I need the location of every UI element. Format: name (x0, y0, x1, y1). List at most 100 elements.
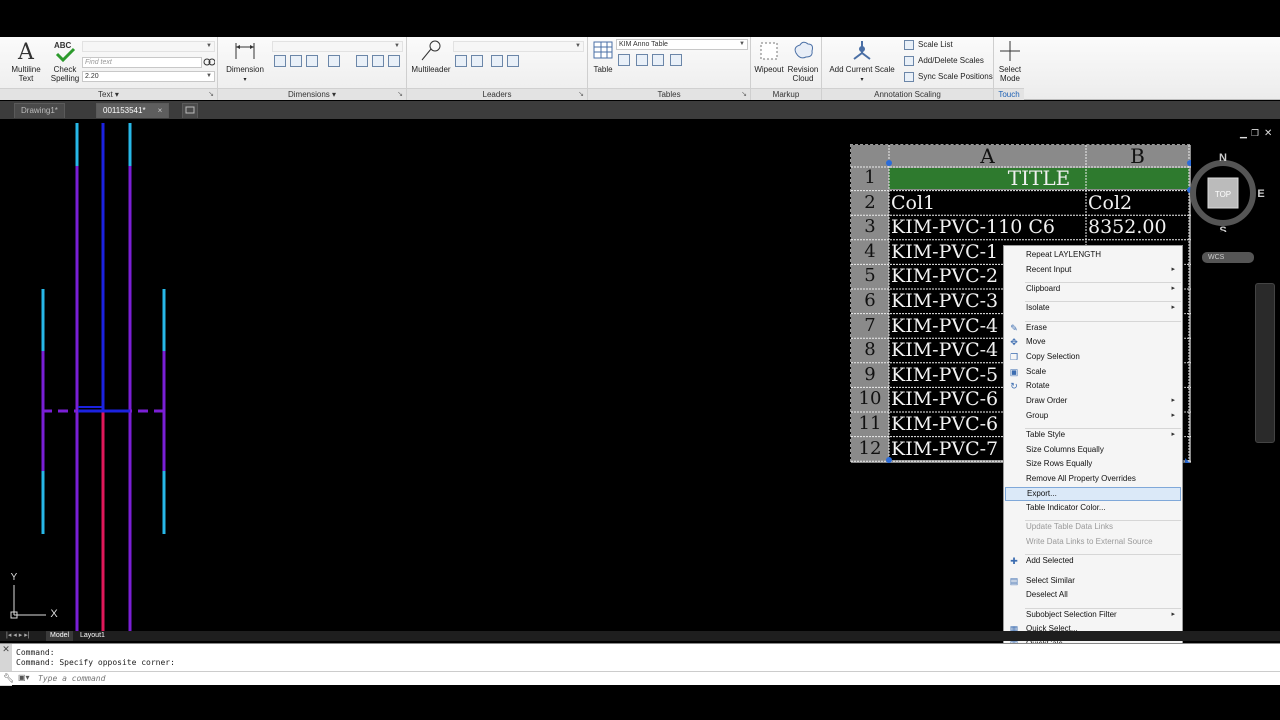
text-style-select[interactable]: ▼ (82, 41, 215, 52)
wipeout-button[interactable]: Wipeout (753, 39, 785, 74)
menu-item-recent-input[interactable]: Recent Input ▸ (1005, 263, 1181, 277)
row-number[interactable]: 12 (851, 437, 889, 462)
leaders-panel-title[interactable]: Leaders ↘ (407, 88, 587, 100)
row-number[interactable]: 7 (851, 314, 889, 339)
dim-adjust-icon[interactable] (356, 55, 368, 67)
row-number[interactable]: 8 (851, 338, 889, 363)
wcs-menu[interactable]: WCS (1202, 252, 1254, 263)
menu-item-copy-selection[interactable]: ❐ Copy Selection (1005, 350, 1181, 364)
menu-item-deselect-all[interactable]: Deselect All (1005, 588, 1181, 602)
menu-item-size-columns-equally[interactable]: Size Columns Equally (1005, 443, 1181, 457)
row-number[interactable]: 11 (851, 412, 889, 437)
model-tab[interactable]: Model (46, 631, 74, 641)
revision-cloud-button[interactable]: Revision Cloud (785, 39, 821, 83)
multileader-button[interactable]: Multileader (409, 39, 453, 74)
table-cell-col1[interactable]: KIM-PVC-110 C6 (891, 215, 1086, 239)
find-binoculars-icon[interactable] (203, 56, 216, 68)
close-command-icon[interactable]: ✕ (0, 644, 12, 655)
menu-item-move[interactable]: ✥ Move (1005, 335, 1181, 349)
download-data-icon[interactable] (652, 54, 664, 66)
layout-nav-arrows[interactable]: |◂ ◂ ▸ ▸| (2, 631, 34, 641)
table-title-cell[interactable]: TITLE (889, 166, 1189, 190)
menu-item-erase[interactable]: ✎ Erase (1005, 321, 1181, 335)
row-number[interactable]: 6 (851, 289, 889, 314)
command-input[interactable] (38, 673, 438, 684)
table-button[interactable]: Table (590, 39, 616, 74)
dim-tolerance-icon[interactable] (372, 55, 384, 67)
tables-panel-title[interactable]: Tables ↘ (588, 88, 750, 100)
menu-item-draw-order[interactable]: Draw Order ▸ (1005, 394, 1181, 408)
menu-item-scale[interactable]: ▣ Scale (1005, 365, 1181, 379)
menu-item-size-rows-equally[interactable]: Size Rows Equally (1005, 457, 1181, 471)
menu-item-isolate[interactable]: Isolate ▸ (1005, 301, 1181, 315)
row-number[interactable]: 10 (851, 387, 889, 412)
check-spelling-button[interactable]: ABC Check Spelling (47, 39, 83, 83)
menu-item-clipboard[interactable]: Clipboard ▸ (1005, 282, 1181, 296)
column-header-a[interactable]: A (889, 145, 1086, 167)
scale-list-button[interactable]: Scale List (918, 40, 953, 49)
add-leader-icon[interactable] (455, 55, 467, 67)
submenu-arrow-icon: ▸ (1171, 304, 1175, 311)
abc-label: ABC (54, 41, 72, 50)
remove-leader-icon[interactable] (471, 55, 483, 67)
dim-style-select[interactable]: ▼ (272, 41, 403, 52)
table-cell-col1[interactable]: Col1 (891, 191, 1086, 215)
sync-scale-positions-button[interactable]: Sync Scale Positions (918, 72, 993, 81)
layout1-tab[interactable]: Layout1 (76, 631, 109, 641)
minimize-icon: ▁ (1239, 129, 1248, 139)
row-number[interactable]: 9 (851, 363, 889, 388)
new-tab-button[interactable] (182, 103, 198, 118)
touch-panel-title[interactable]: Touch (994, 88, 1024, 100)
text-height-select[interactable]: 2.20 ▼ (82, 71, 215, 82)
column-header-b[interactable]: B (1086, 145, 1189, 167)
menu-item-table-style[interactable]: Table Style ▸ (1005, 428, 1181, 442)
menu-item-export[interactable]: Export... (1005, 487, 1181, 501)
dim-break-icon[interactable] (328, 55, 340, 67)
table-style-select[interactable]: KIM Anno Table ▼ (616, 39, 748, 50)
navigation-bar[interactable] (1255, 283, 1275, 443)
file-tab-drawing1[interactable]: Drawing1* (14, 103, 65, 118)
markup-panel-title[interactable]: Markup (751, 88, 821, 100)
menu-item-subobject-selection-filter[interactable]: Subobject Selection Filter ▸ (1005, 608, 1181, 622)
dimensions-panel-title[interactable]: Dimensions ▾ ↘ (218, 88, 406, 100)
file-tab-001153541[interactable]: 001153541* × (96, 103, 170, 118)
link-data-icon[interactable] (636, 54, 648, 66)
row-number[interactable]: 5 (851, 264, 889, 289)
multiline-text-button[interactable]: A Multiline Text (6, 39, 46, 83)
text-panel-title[interactable]: Text ▾ ↘ (0, 88, 217, 100)
upload-data-icon[interactable] (670, 54, 682, 66)
dim-jog-icon[interactable] (388, 55, 400, 67)
menu-item-add-selected[interactable]: ✚ Add Selected (1005, 554, 1181, 568)
menu-item-rotate[interactable]: ↻ Rotate (1005, 379, 1181, 393)
menu-item-select-similar[interactable]: ▤ Select Similar (1005, 574, 1181, 588)
add-current-scale-button[interactable]: Add Current Scale ▾ (826, 39, 898, 85)
command-recent-icon[interactable]: ▣▾ (18, 673, 30, 682)
menu-item-table-indicator-color[interactable]: Table Indicator Color... (1005, 501, 1181, 515)
row-number[interactable]: 4 (851, 240, 889, 265)
row-number[interactable]: 3 (851, 215, 889, 240)
align-leader-icon[interactable] (491, 55, 503, 67)
menu-item-remove-all-property-overrides[interactable]: Remove All Property Overrides (1005, 472, 1181, 486)
row-number[interactable]: 2 (851, 191, 889, 216)
dim-baseline-icon[interactable] (306, 55, 318, 67)
wrench-icon[interactable]: 🔧︎ (3, 673, 14, 684)
menu-item-group[interactable]: Group ▸ (1005, 409, 1181, 423)
mleader-style-select[interactable]: ▼ (453, 41, 584, 52)
tables-panel: Table KIM Anno Table ▼ Tables ↘ (588, 37, 751, 100)
select-mode-button[interactable]: Select Mode (996, 39, 1024, 83)
dim-continue-icon[interactable] (290, 55, 302, 67)
menu-item-repeat-laylength[interactable]: Repeat LAYLENGTH (1005, 248, 1181, 262)
add-delete-scales-button[interactable]: Add/Delete Scales (918, 56, 984, 65)
collect-leader-icon[interactable] (507, 55, 519, 67)
table-cell-col2[interactable]: 8352.00 (1088, 215, 1188, 239)
find-text-input[interactable]: Find text (82, 57, 202, 68)
dim-quick-icon[interactable] (274, 55, 286, 67)
add-delete-scales-icon (904, 56, 914, 66)
close-tab-icon[interactable]: × (158, 106, 163, 115)
annotation-scaling-panel-title[interactable]: Annotation Scaling (822, 88, 993, 100)
extract-data-icon[interactable] (618, 54, 630, 66)
table-cell-col2[interactable]: Col2 (1088, 191, 1188, 215)
dimension-button[interactable]: Dimension ▾ (222, 39, 268, 85)
row-number[interactable]: 1 (851, 166, 889, 191)
viewcube[interactable]: TOP N S E WCS (1186, 152, 1266, 263)
